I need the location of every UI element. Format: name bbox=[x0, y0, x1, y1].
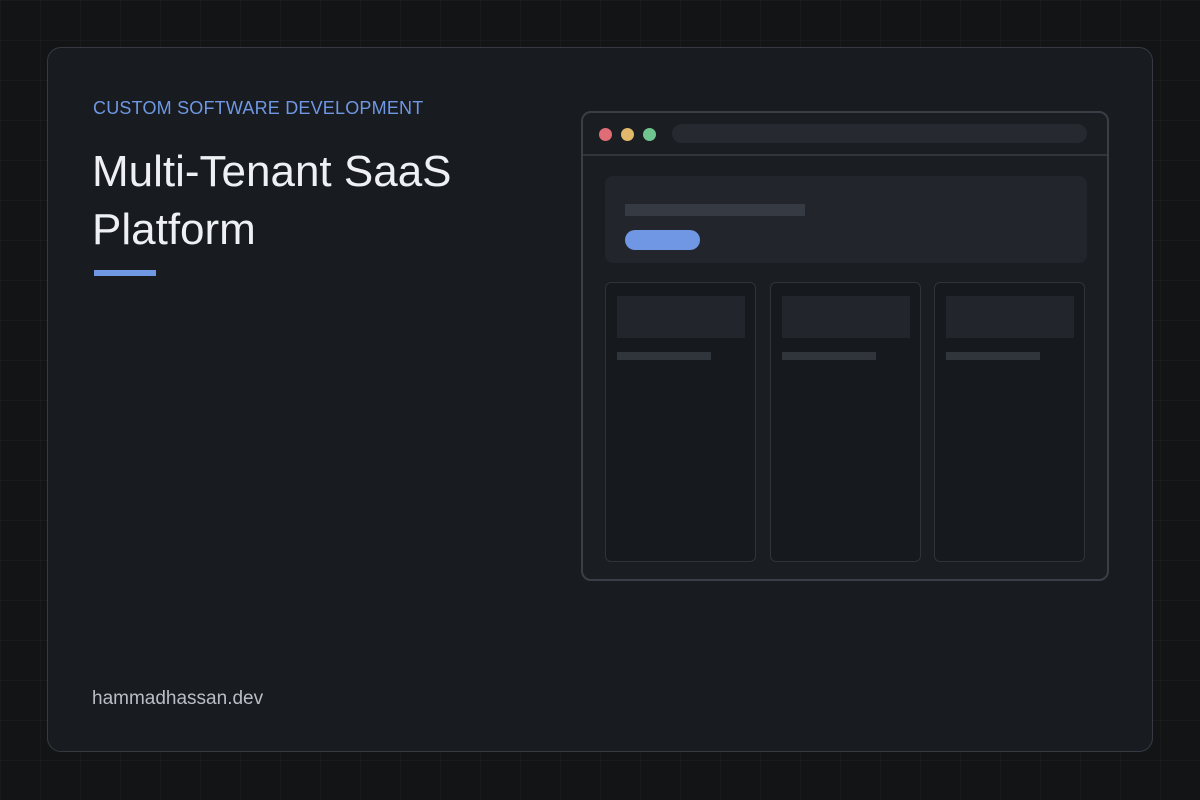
mockup-hero-button bbox=[625, 230, 700, 250]
mockup-hero-text-line bbox=[625, 204, 805, 216]
browser-toolbar bbox=[583, 113, 1107, 156]
mockup-card-text-line bbox=[782, 352, 876, 360]
project-title: Multi-Tenant SaaS Platform bbox=[92, 147, 452, 254]
mockup-content-card bbox=[934, 282, 1085, 562]
project-card: CUSTOM SOFTWARE DEVELOPMENT Multi-Tenant… bbox=[47, 47, 1153, 752]
category-label: CUSTOM SOFTWARE DEVELOPMENT bbox=[93, 98, 424, 118]
title-accent-bar bbox=[94, 270, 156, 276]
mockup-card-text-line bbox=[617, 352, 711, 360]
window-close-dot-icon bbox=[599, 128, 612, 141]
address-bar-placeholder bbox=[672, 124, 1087, 143]
mockup-card-text-line bbox=[946, 352, 1040, 360]
mockup-content-card bbox=[770, 282, 921, 562]
mockup-card-thumbnail bbox=[946, 296, 1074, 338]
mockup-card-thumbnail bbox=[617, 296, 745, 338]
mockup-hero-block bbox=[605, 176, 1087, 263]
browser-mockup bbox=[581, 111, 1109, 581]
window-maximize-dot-icon bbox=[643, 128, 656, 141]
site-url: hammadhassan.dev bbox=[92, 688, 264, 709]
mockup-content-card bbox=[605, 282, 756, 562]
window-minimize-dot-icon bbox=[621, 128, 634, 141]
mockup-card-thumbnail bbox=[782, 296, 910, 338]
